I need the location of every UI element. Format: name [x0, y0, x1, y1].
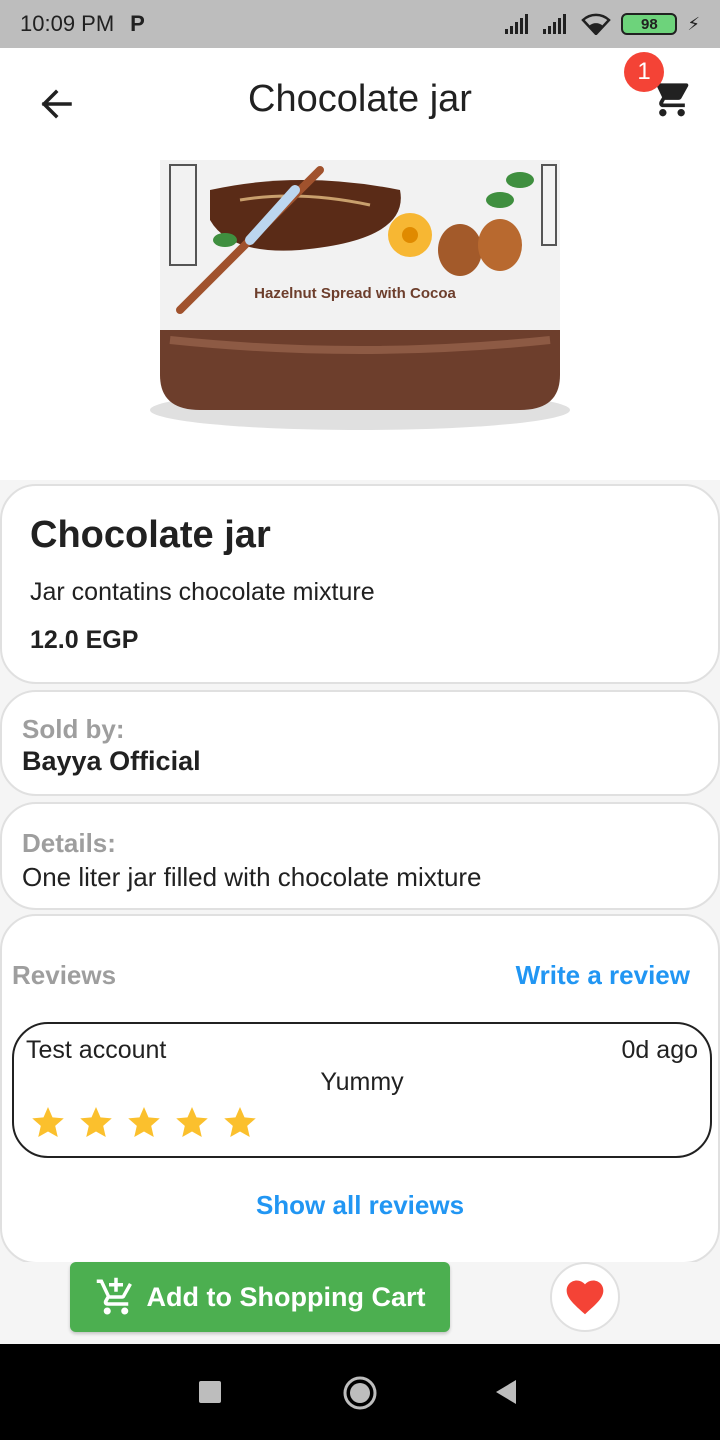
details-card: Details: One liter jar filled with choco… [0, 802, 720, 910]
recent-apps-icon[interactable] [199, 1381, 221, 1403]
product-name: Chocolate jar [30, 514, 271, 556]
review-text: Yummy [320, 1068, 404, 1096]
back-triangle-icon[interactable] [494, 1378, 518, 1406]
star-icon [80, 1107, 112, 1137]
product-image-label: Hazelnut Spread with Cocoa [254, 285, 456, 302]
show-all-reviews-link[interactable]: Show all reviews [2, 1190, 718, 1221]
battery-level: 98 [641, 15, 658, 33]
signal-icon-2 [543, 14, 567, 34]
parking-notification-icon: P [130, 11, 145, 36]
star-icon [32, 1107, 64, 1137]
chocolate-jar-image: Hazelnut Spread with Cocoa [150, 160, 570, 430]
heart-icon [566, 1280, 604, 1315]
star-icon [176, 1107, 208, 1137]
product-image: Hazelnut Spread with Cocoa [0, 160, 720, 480]
product-description: Jar contatins chocolate mixture [30, 578, 375, 606]
battery-icon: 98 [621, 13, 678, 35]
add-shopping-cart-icon [96, 1277, 132, 1315]
product-price: 12.0 EGP [30, 626, 139, 654]
reviews-heading: Reviews [12, 960, 117, 990]
add-to-cart-button[interactable]: Add to Shopping Cart [70, 1262, 450, 1332]
seller-card: Sold by: Bayya Official [0, 690, 720, 796]
status-icons: 98 ⚡ [505, 13, 700, 35]
signal-icon [505, 14, 529, 34]
home-icon[interactable] [342, 1375, 378, 1411]
bottom-action-bar: Add to Shopping Cart [0, 1262, 720, 1344]
write-review-link[interactable]: Write a review [516, 960, 690, 991]
details-label: Details: [22, 828, 116, 858]
system-nav-bar [0, 1344, 720, 1440]
page-title: Chocolate jar [248, 78, 472, 120]
favorite-button[interactable] [550, 1262, 620, 1332]
app-bar: Chocolate jar 1 [0, 48, 720, 160]
review-time: 0d ago [621, 1036, 698, 1064]
status-time: 10:09 PM [20, 11, 115, 36]
product-info-card: Chocolate jar Jar contatins chocolate mi… [0, 484, 720, 684]
add-to-cart-label: Add to Shopping Cart [146, 1281, 426, 1312]
seller-name: Bayya Official [22, 746, 201, 776]
star-icon [224, 1107, 256, 1137]
reviews-card: Reviews Write a review Test account 0d a… [0, 914, 720, 1264]
wifi-icon [581, 13, 612, 35]
details-text: One liter jar filled with chocolate mixt… [22, 862, 482, 892]
charging-icon: ⚡ [687, 13, 700, 34]
status-bar: 10:09 PM P 98 ⚡ [0, 0, 720, 48]
star-icon [128, 1107, 160, 1137]
review-rating [30, 1104, 258, 1140]
seller-label: Sold by: [22, 714, 125, 744]
review-author: Test account [26, 1036, 167, 1064]
review-item: Test account 0d ago Yummy [12, 1022, 712, 1158]
cart-count-badge: 1 [624, 52, 664, 92]
